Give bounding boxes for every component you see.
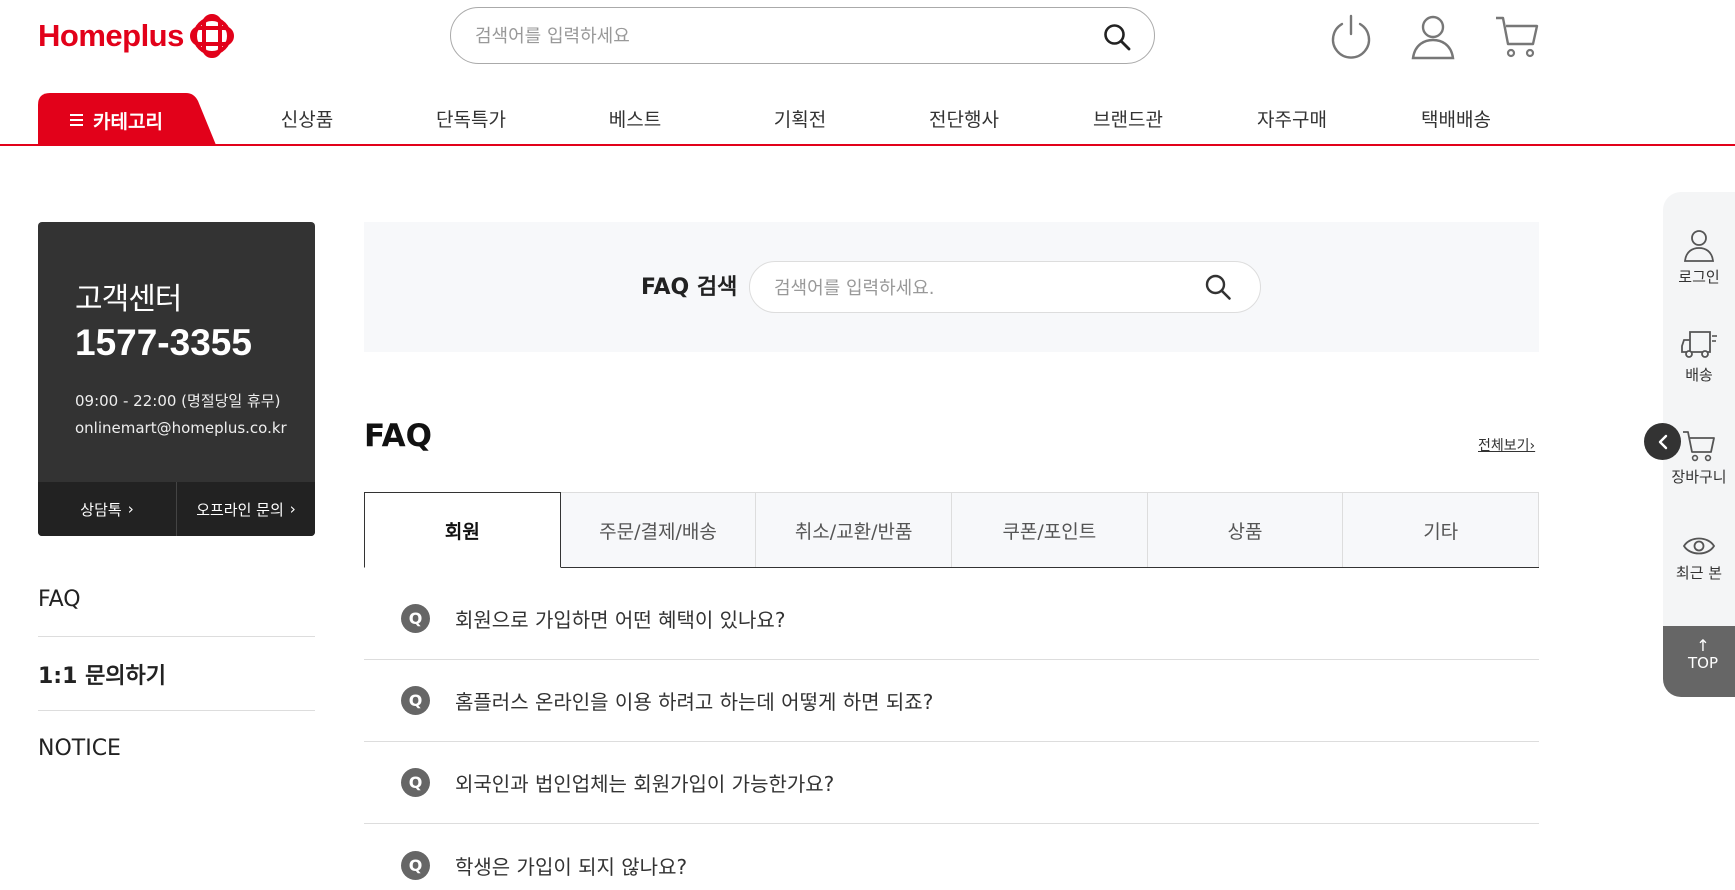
scroll-top-label: TOP — [1687, 654, 1718, 672]
faq-question-item[interactable]: Q 회원으로 가입하면 어떤 혜택이 있나요? — [364, 578, 1539, 660]
nav-item-promotion[interactable]: 기획전 — [740, 105, 860, 132]
side-menu-inquiry[interactable]: 1:1 문의하기 — [38, 637, 315, 711]
question-badge-icon: Q — [401, 768, 430, 797]
user-icon — [1684, 230, 1714, 262]
truck-icon — [1681, 331, 1717, 358]
quick-cart-label: 장바구니 — [1671, 468, 1727, 486]
faq-question-item[interactable]: Q 홈플러스 온라인을 이용 하려고 하는데 어떻게 하면 되죠? — [364, 660, 1539, 742]
category-button[interactable]: 카테고리 — [38, 93, 216, 145]
faq-search-box — [749, 261, 1261, 313]
quick-delivery-label: 배송 — [1685, 366, 1713, 384]
tab-cancel-exchange-return[interactable]: 취소/교환/반품 — [756, 492, 953, 567]
nav-item-delivery[interactable]: 택배배송 — [1396, 105, 1516, 132]
question-badge-icon: Q — [401, 686, 430, 715]
customer-center-box: 고객센터 1577-3355 09:00 - 22:00 (명절당일 휴무) o… — [38, 222, 315, 536]
view-all-label: 전체보기 — [1478, 438, 1530, 454]
customer-center-phone: 1577-3355 — [75, 322, 252, 363]
chat-consult-link[interactable]: 상담톡 › — [38, 482, 176, 536]
menu-icon — [70, 114, 83, 127]
scroll-top-button[interactable]: ↑ TOP — [1663, 626, 1735, 697]
quick-recent-label: 최근 본 — [1675, 564, 1723, 582]
faq-tabs: 회원 주문/결제/배송 취소/교환/반품 쿠폰/포인트 상품 기타 — [364, 492, 1540, 568]
arrow-up-icon: ↑ — [1696, 636, 1710, 655]
side-menu-notice[interactable]: NOTICE — [38, 711, 315, 785]
logo-mark-icon — [189, 14, 234, 58]
offline-inquiry-label: 오프라인 문의 — [196, 500, 284, 519]
faq-list: Q 회원으로 가입하면 어떤 혜택이 있나요? Q 홈플러스 온라인을 이용 하… — [364, 578, 1539, 890]
faq-question-text: 홈플러스 온라인을 이용 하려고 하는데 어떻게 하면 되죠? — [455, 690, 934, 714]
question-badge-icon: Q — [401, 604, 430, 633]
search-icon[interactable] — [1102, 22, 1132, 52]
customer-center-email: onlinemart@homeplus.co.kr — [75, 419, 287, 437]
tab-coupon-point[interactable]: 쿠폰/포인트 — [952, 492, 1148, 567]
side-menu: FAQ 1:1 문의하기 NOTICE — [38, 563, 315, 785]
logo-text: Homeplus — [38, 18, 184, 53]
main-navigation: 카테고리 신상품 단독특가 베스트 기획전 전단행사 브랜드관 자주구매 택배배… — [0, 93, 1735, 145]
chevron-right-icon: › — [1529, 438, 1536, 454]
faq-question-text: 회원으로 가입하면 어떤 혜택이 있나요? — [455, 608, 786, 632]
site-header: Homeplus 검색어를 입력하세요 카테고리 신상품 단독특가 베스트 기획… — [0, 0, 1735, 146]
search-icon[interactable] — [1204, 273, 1232, 301]
offline-inquiry-link[interactable]: 오프라인 문의 › — [176, 482, 315, 536]
chevron-right-icon: › — [127, 500, 134, 518]
nav-item-exclusive[interactable]: 단독특가 — [411, 105, 531, 132]
side-menu-faq[interactable]: FAQ — [38, 563, 315, 637]
quick-recent[interactable]: 최근 본 — [1663, 534, 1735, 583]
customer-center-hours: 09:00 - 22:00 (명절당일 휴무) — [75, 392, 281, 410]
header-search-input[interactable] — [475, 16, 1075, 56]
nav-item-flyer[interactable]: 전단행사 — [904, 105, 1024, 132]
quick-login[interactable]: 로그인 — [1663, 228, 1735, 287]
faq-question-item[interactable]: Q 외국인과 법인업체는 회원가입이 가능한가요? — [364, 742, 1539, 824]
faq-search-input[interactable] — [774, 270, 1194, 306]
faq-question-text: 학생은 가입이 되지 않나요? — [455, 854, 688, 879]
cart-icon[interactable] — [1493, 12, 1541, 60]
nav-item-best[interactable]: 베스트 — [575, 105, 695, 132]
nav-item-brand[interactable]: 브랜드관 — [1068, 105, 1188, 132]
faq-heading: FAQ — [364, 418, 432, 454]
faq-search-label: FAQ 검색 — [641, 275, 738, 300]
eye-icon — [1682, 537, 1716, 555]
header-search-bar — [450, 7, 1155, 64]
user-icon[interactable] — [1409, 12, 1457, 60]
view-all-link[interactable]: 전체보기› — [1478, 435, 1535, 455]
homeplus-logo[interactable]: Homeplus — [38, 12, 234, 60]
category-label-wrap: 카테고리 — [70, 107, 163, 134]
quick-panel-toggle[interactable] — [1644, 423, 1681, 460]
question-badge-icon: Q — [401, 850, 430, 880]
quick-delivery[interactable]: 배송 — [1663, 328, 1735, 385]
category-label: 카테고리 — [93, 111, 163, 133]
customer-center-title: 고객센터 — [75, 282, 182, 317]
nav-item-frequent[interactable]: 자주구매 — [1232, 105, 1352, 132]
tab-order-payment-delivery[interactable]: 주문/결제/배송 — [560, 492, 757, 567]
chat-consult-label: 상담톡 — [80, 500, 122, 519]
tab-etc[interactable]: 기타 — [1343, 492, 1540, 567]
faq-question-text: 외국인과 법인업체는 회원가입이 가능한가요? — [455, 772, 835, 796]
faq-search-section: FAQ 검색 — [364, 222, 1539, 352]
power-icon[interactable] — [1327, 12, 1375, 60]
chevron-right-icon: › — [289, 500, 296, 518]
tab-member[interactable]: 회원 — [364, 492, 561, 568]
nav-item-new[interactable]: 신상품 — [247, 105, 367, 132]
chevron-left-icon — [1658, 434, 1667, 449]
quick-login-label: 로그인 — [1678, 268, 1720, 286]
cart-icon — [1683, 431, 1715, 462]
customer-center-links: 상담톡 › 오프라인 문의 › — [38, 482, 315, 536]
tab-product[interactable]: 상품 — [1147, 492, 1344, 567]
faq-question-item[interactable]: Q 학생은 가입이 되지 않나요? — [364, 824, 1539, 890]
